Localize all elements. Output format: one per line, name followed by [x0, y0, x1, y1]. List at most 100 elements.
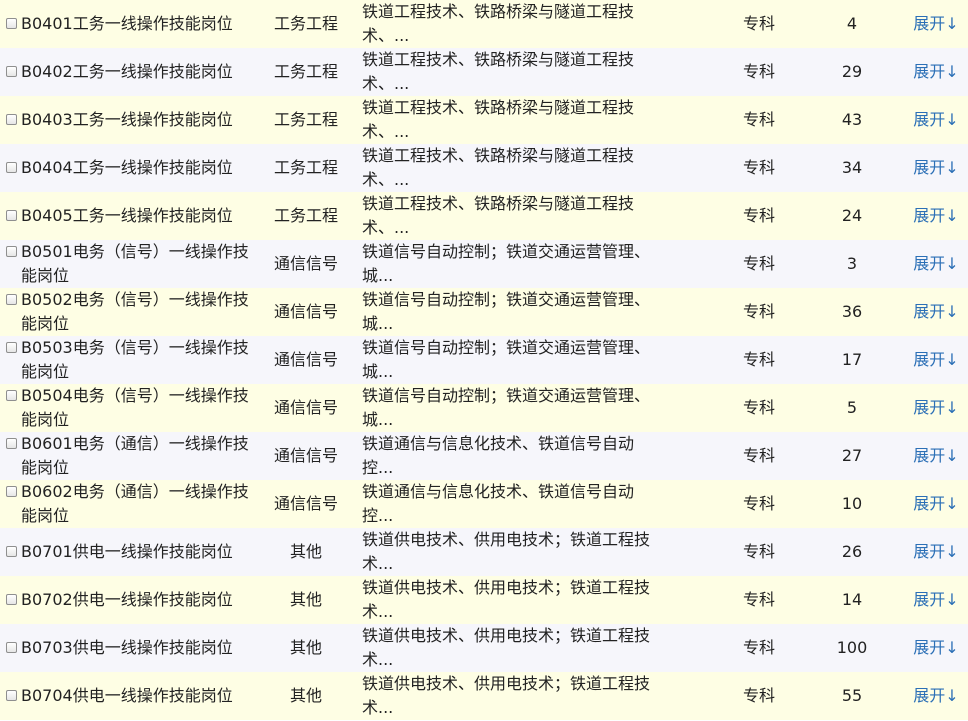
position-name-cell: B0405工务一线操作技能岗位 — [0, 192, 254, 240]
headcount-cell: 100 — [836, 638, 868, 657]
row-checkbox[interactable] — [6, 210, 17, 221]
majors-cell: 铁道通信与信息化技术、铁道信号自动控... — [358, 432, 714, 480]
table-row: B0703供电一线操作技能岗位 其他 铁道供电技术、供用电技术；铁道工程技术... 专… — [0, 624, 968, 672]
row-checkbox[interactable] — [6, 594, 17, 605]
majors-cell: 铁道工程技术、铁路桥梁与隧道工程技术、... — [358, 48, 714, 96]
headcount-cell: 36 — [841, 302, 863, 321]
row-checkbox[interactable] — [6, 390, 17, 401]
row-checkbox[interactable] — [6, 114, 17, 125]
headcount-cell: 27 — [841, 446, 863, 465]
position-name-cell: B0501电务（信号）一线操作技能岗位 — [0, 240, 254, 288]
majors-cell: 铁道供电技术、供用电技术；铁道工程技术... — [358, 672, 714, 720]
education-cell: 专科 — [742, 686, 775, 705]
majors-cell: 铁道信号自动控制；铁道交通运营管理、城... — [358, 384, 714, 432]
position-name-cell: B0402工务一线操作技能岗位 — [0, 48, 254, 96]
headcount-cell: 14 — [841, 590, 863, 609]
category-cell: 其他 — [289, 590, 322, 609]
row-checkbox[interactable] — [6, 642, 17, 653]
majors-cell: 铁道工程技术、铁路桥梁与隧道工程技术、... — [358, 144, 714, 192]
expand-link[interactable]: 展开↓ — [913, 302, 958, 321]
expand-link[interactable]: 展开↓ — [913, 14, 958, 33]
education-cell: 专科 — [742, 590, 775, 609]
position-name-cell: B0504电务（信号）一线操作技能岗位 — [0, 384, 254, 432]
expand-link[interactable]: 展开↓ — [913, 542, 958, 561]
category-cell: 工务工程 — [273, 206, 338, 225]
category-cell: 其他 — [289, 686, 322, 705]
education-cell: 专科 — [742, 350, 775, 369]
position-name: B0402工务一线操作技能岗位 — [21, 62, 233, 81]
education-cell: 专科 — [742, 14, 775, 33]
table-row: B0402工务一线操作技能岗位 工务工程 铁道工程技术、铁路桥梁与隧道工程技术、..… — [0, 48, 968, 96]
majors-text: 铁道工程技术、铁路桥梁与隧道工程技术、... — [362, 146, 635, 189]
table-row: B0502电务（信号）一线操作技能岗位 通信信号 铁道信号自动控制；铁道交通运营管理… — [0, 288, 968, 336]
table-row: B0403工务一线操作技能岗位 工务工程 铁道工程技术、铁路桥梁与隧道工程技术、..… — [0, 96, 968, 144]
expand-link[interactable]: 展开↓ — [913, 398, 958, 417]
row-checkbox[interactable] — [6, 342, 17, 353]
row-checkbox[interactable] — [6, 438, 17, 449]
education-cell: 专科 — [742, 398, 775, 417]
position-name: B0405工务一线操作技能岗位 — [21, 206, 233, 225]
expand-cell: 展开↓ — [900, 624, 968, 672]
position-name: B0701供电一线操作技能岗位 — [21, 542, 233, 561]
expand-link[interactable]: 展开↓ — [913, 62, 958, 81]
position-name: B0403工务一线操作技能岗位 — [21, 110, 233, 129]
row-checkbox[interactable] — [6, 690, 17, 701]
position-name: B0601电务（通信）一线操作技能岗位 — [21, 434, 249, 477]
category-cell: 通信信号 — [273, 302, 338, 321]
headcount-cell: 17 — [841, 350, 863, 369]
row-checkbox[interactable] — [6, 486, 17, 497]
table-row: B0404工务一线操作技能岗位 工务工程 铁道工程技术、铁路桥梁与隧道工程技术、..… — [0, 144, 968, 192]
majors-text: 铁道信号自动控制；铁道交通运营管理、城... — [362, 386, 651, 429]
expand-link[interactable]: 展开↓ — [913, 494, 958, 513]
row-checkbox[interactable] — [6, 18, 17, 29]
headcount-cell: 5 — [846, 398, 858, 417]
majors-text: 铁道通信与信息化技术、铁道信号自动控... — [362, 482, 635, 525]
position-name: B0502电务（信号）一线操作技能岗位 — [21, 290, 249, 333]
expand-link[interactable]: 展开↓ — [913, 686, 958, 705]
expand-link[interactable]: 展开↓ — [913, 590, 958, 609]
majors-text: 铁道信号自动控制；铁道交通运营管理、城... — [362, 290, 651, 333]
majors-text: 铁道供电技术、供用电技术；铁道工程技术... — [362, 674, 651, 717]
majors-cell: 铁道供电技术、供用电技术；铁道工程技术... — [358, 624, 714, 672]
majors-cell: 铁道供电技术、供用电技术；铁道工程技术... — [358, 576, 714, 624]
row-checkbox[interactable] — [6, 294, 17, 305]
position-name-cell: B0701供电一线操作技能岗位 — [0, 528, 254, 576]
expand-link[interactable]: 展开↓ — [913, 446, 958, 465]
expand-link[interactable]: 展开↓ — [913, 254, 958, 273]
majors-text: 铁道供电技术、供用电技术；铁道工程技术... — [362, 578, 651, 621]
expand-cell: 展开↓ — [900, 480, 968, 528]
headcount-cell: 43 — [841, 110, 863, 129]
majors-cell: 铁道工程技术、铁路桥梁与隧道工程技术、... — [358, 192, 714, 240]
table-row: B0704供电一线操作技能岗位 其他 铁道供电技术、供用电技术；铁道工程技术... 专… — [0, 672, 968, 720]
category-cell: 其他 — [289, 638, 322, 657]
headcount-cell: 3 — [846, 254, 858, 273]
majors-text: 铁道工程技术、铁路桥梁与隧道工程技术、... — [362, 50, 635, 93]
position-name-cell: B0704供电一线操作技能岗位 — [0, 672, 254, 720]
row-checkbox[interactable] — [6, 66, 17, 77]
position-name: B0404工务一线操作技能岗位 — [21, 158, 233, 177]
education-cell: 专科 — [742, 158, 775, 177]
row-checkbox[interactable] — [6, 546, 17, 557]
majors-cell: 铁道通信与信息化技术、铁道信号自动控... — [358, 480, 714, 528]
expand-link[interactable]: 展开↓ — [913, 110, 958, 129]
education-cell: 专科 — [742, 110, 775, 129]
row-checkbox[interactable] — [6, 162, 17, 173]
expand-link[interactable]: 展开↓ — [913, 206, 958, 225]
majors-text: 铁道信号自动控制；铁道交通运营管理、城... — [362, 242, 651, 285]
category-cell: 通信信号 — [273, 254, 338, 273]
expand-link[interactable]: 展开↓ — [913, 158, 958, 177]
majors-text: 铁道通信与信息化技术、铁道信号自动控... — [362, 434, 635, 477]
row-checkbox[interactable] — [6, 246, 17, 257]
position-name: B0704供电一线操作技能岗位 — [21, 686, 233, 705]
position-name: B0503电务（信号）一线操作技能岗位 — [21, 338, 249, 381]
majors-cell: 铁道供电技术、供用电技术；铁道工程技术... — [358, 528, 714, 576]
table-row: B0702供电一线操作技能岗位 其他 铁道供电技术、供用电技术；铁道工程技术... 专… — [0, 576, 968, 624]
expand-link[interactable]: 展开↓ — [913, 350, 958, 369]
position-name: B0703供电一线操作技能岗位 — [21, 638, 233, 657]
table-row: B0503电务（信号）一线操作技能岗位 通信信号 铁道信号自动控制；铁道交通运营管理… — [0, 336, 968, 384]
category-cell: 通信信号 — [273, 398, 338, 417]
headcount-cell: 55 — [841, 686, 863, 705]
position-name-cell: B0404工务一线操作技能岗位 — [0, 144, 254, 192]
expand-link[interactable]: 展开↓ — [913, 638, 958, 657]
headcount-cell: 10 — [841, 494, 863, 513]
